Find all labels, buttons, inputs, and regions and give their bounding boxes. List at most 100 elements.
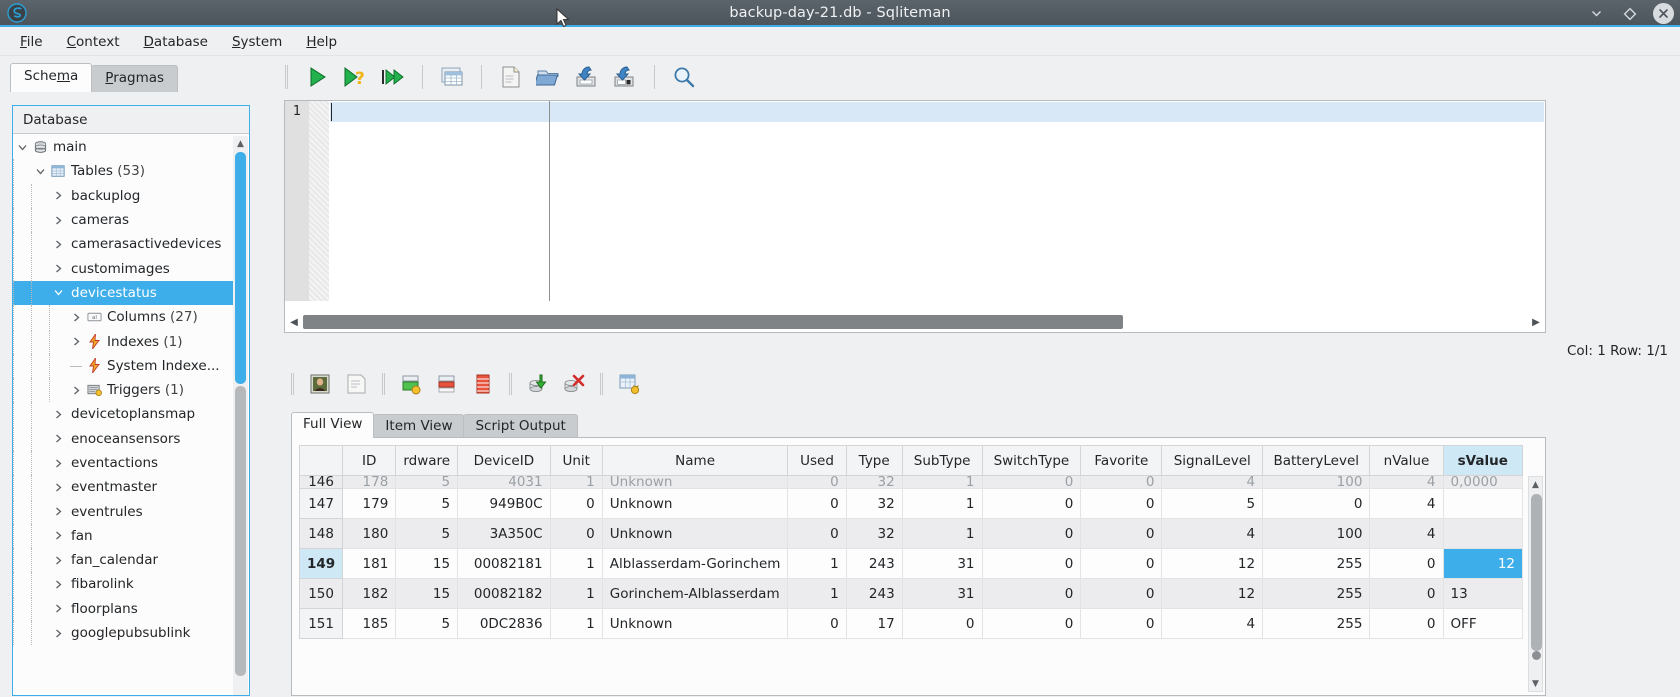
- cell-svalue[interactable]: 13: [1442, 578, 1523, 609]
- cell-unit[interactable]: 0: [549, 488, 603, 519]
- chevron-right-icon[interactable]: [49, 410, 67, 419]
- column-header-batterylevel[interactable]: BatteryLevel: [1262, 445, 1371, 476]
- chevron-right-icon[interactable]: [49, 216, 67, 225]
- scroll-up-icon[interactable]: ▲: [1529, 477, 1542, 492]
- close-button[interactable]: [1653, 3, 1674, 24]
- column-header-switchtype[interactable]: SwitchType: [981, 445, 1082, 476]
- cell-unit[interactable]: 1: [549, 548, 603, 579]
- search-button[interactable]: [666, 60, 702, 94]
- cell-rdware[interactable]: 5: [395, 475, 459, 489]
- tree-item-eventrules[interactable]: eventrules: [13, 499, 234, 524]
- cell-unit[interactable]: 1: [549, 475, 603, 489]
- cell-nvalue[interactable]: 0: [1369, 548, 1444, 579]
- cell-svalue[interactable]: 0,0000: [1442, 475, 1523, 489]
- cell-used[interactable]: 0: [787, 488, 847, 519]
- edit-cell-button[interactable]: [339, 369, 373, 399]
- cell-rdware[interactable]: 5: [395, 488, 459, 519]
- table-row[interactable]: 151 185 5 0DC2836 1 Unknown 0 17 0 0 0 4 255 0 OFF: [299, 608, 1523, 639]
- table-row[interactable]: 146 178 5 4031 1 Unknown 0 32 1 0 0 4 100 4 0,0000: [299, 475, 1523, 489]
- insert-row-button[interactable]: [394, 369, 428, 399]
- column-header-id[interactable]: ID: [342, 445, 397, 476]
- cell-svalue[interactable]: [1442, 488, 1523, 519]
- cell-nvalue[interactable]: 0: [1369, 608, 1444, 639]
- scrollbar-thumb[interactable]: [1531, 494, 1542, 651]
- tree-item-cameras[interactable]: cameras: [13, 208, 234, 233]
- tree-item-fan-calendar[interactable]: fan_calendar: [13, 548, 234, 573]
- tree-item-camerasactivedevices[interactable]: camerasactivedevices: [13, 232, 234, 257]
- maximize-button[interactable]: [1619, 3, 1641, 25]
- cell-deviceid[interactable]: 949B0C: [457, 488, 551, 519]
- row-header[interactable]: 151: [299, 608, 344, 639]
- scroll-left-icon[interactable]: ◀: [285, 317, 303, 328]
- cell-name[interactable]: Unknown: [601, 518, 789, 549]
- tree-item-main[interactable]: main: [13, 135, 234, 159]
- chevron-right-icon[interactable]: [49, 604, 67, 613]
- column-header-favorite[interactable]: Favorite: [1080, 445, 1163, 476]
- cell-subtype[interactable]: 1: [901, 518, 983, 549]
- cell-id[interactable]: 182: [342, 578, 397, 609]
- cell-id[interactable]: 178: [342, 475, 397, 489]
- row-header[interactable]: 150: [299, 578, 344, 609]
- cell-rdware[interactable]: 15: [395, 578, 459, 609]
- tree-item-devicestatus[interactable]: devicestatus: [13, 280, 234, 306]
- menu-item-database[interactable]: Database: [132, 31, 220, 53]
- cell-deviceid[interactable]: 0DC2836: [457, 608, 551, 639]
- create-view-button[interactable]: [434, 60, 470, 94]
- column-header-svalue[interactable]: sValue: [1442, 445, 1523, 476]
- table-row[interactable]: 148 180 5 3A350C 0 Unknown 0 32 1 0 0 4 100 4: [299, 518, 1523, 549]
- cell-subtype[interactable]: 1: [901, 475, 983, 489]
- chevron-right-icon[interactable]: [49, 191, 67, 200]
- tree-item-customimages[interactable]: customimages: [13, 256, 234, 281]
- cell-signallevel[interactable]: 4: [1161, 518, 1264, 549]
- chevron-down-icon[interactable]: [49, 288, 67, 297]
- tree-item-system-indexe[interactable]: — System Indexe...: [13, 353, 234, 378]
- row-header[interactable]: 146: [299, 475, 344, 489]
- chevron-right-icon[interactable]: [49, 483, 67, 492]
- tree-item-googlepubsublink[interactable]: googlepubsublink: [13, 621, 234, 646]
- column-header-nvalue[interactable]: nValue: [1369, 445, 1444, 476]
- cell-favorite[interactable]: 0: [1080, 578, 1163, 609]
- save-sql-file-as-button[interactable]: [607, 60, 643, 94]
- tab-full-view[interactable]: Full View: [291, 412, 375, 438]
- cell-switchtype[interactable]: 0: [981, 548, 1082, 579]
- cell-type[interactable]: 32: [845, 518, 903, 549]
- cell-type[interactable]: 243: [845, 548, 903, 579]
- cell-subtype[interactable]: 0: [901, 608, 983, 639]
- tree-item-columns[interactable]: al Columns (27): [13, 305, 234, 330]
- open-sql-file-button[interactable]: [531, 60, 567, 94]
- cell-signallevel[interactable]: 5: [1161, 488, 1264, 519]
- cell-used[interactable]: 1: [787, 578, 847, 609]
- run-sql-button[interactable]: [299, 60, 335, 94]
- column-header-subtype[interactable]: SubType: [901, 445, 983, 476]
- cell-deviceid[interactable]: 00082181: [457, 548, 551, 579]
- scrollbar-knob[interactable]: [1532, 651, 1541, 660]
- tree-item-tables[interactable]: Tables (53): [13, 159, 234, 184]
- cell-favorite[interactable]: 0: [1080, 548, 1163, 579]
- cell-signallevel[interactable]: 12: [1161, 578, 1264, 609]
- save-sql-file-button[interactable]: [569, 60, 605, 94]
- blob-preview-button[interactable]: [303, 369, 337, 399]
- cell-type[interactable]: 32: [845, 475, 903, 489]
- cell-name[interactable]: Alblasserdam-Gorinchem: [601, 548, 789, 579]
- chevron-right-icon[interactable]: [49, 459, 67, 468]
- tree-item-fan[interactable]: fan: [13, 523, 234, 548]
- tab-item-view[interactable]: Item View: [373, 414, 465, 438]
- rollback-button[interactable]: [557, 369, 591, 399]
- tree-item-triggers[interactable]: Triggers (1): [13, 378, 234, 403]
- scroll-up-icon[interactable]: ▲: [233, 136, 248, 151]
- chevron-right-icon[interactable]: [49, 507, 67, 516]
- cell-deviceid[interactable]: 4031: [457, 475, 551, 489]
- column-header-type[interactable]: Type: [845, 445, 903, 476]
- cell-signallevel[interactable]: 4: [1161, 475, 1264, 489]
- cell-id[interactable]: 185: [342, 608, 397, 639]
- chevron-right-icon[interactable]: [49, 629, 67, 638]
- cell-switchtype[interactable]: 0: [981, 488, 1082, 519]
- menu-item-context[interactable]: Context: [55, 31, 132, 53]
- cell-batterylevel[interactable]: 100: [1262, 518, 1371, 549]
- chevron-right-icon[interactable]: [67, 313, 85, 322]
- cell-rdware[interactable]: 5: [395, 518, 459, 549]
- cell-nvalue[interactable]: 4: [1369, 488, 1444, 519]
- chevron-right-icon[interactable]: [67, 386, 85, 395]
- scroll-right-icon[interactable]: ▶: [1527, 317, 1545, 328]
- column-header-unit[interactable]: Unit: [549, 445, 603, 476]
